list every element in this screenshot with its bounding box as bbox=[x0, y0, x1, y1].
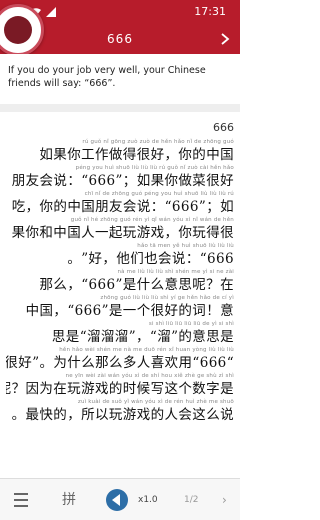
bottom-toolbar: 拼 x1.0 1/2 › bbox=[0, 478, 240, 520]
hanzi: 最快的，所以玩游戏的人会这么说。 bbox=[11, 407, 234, 423]
pinyin: péng you huì shuō liù liù liù rú guǒ nǐ … bbox=[75, 165, 234, 171]
pinyin: rú guǒ nǐ gōng zuò zuò de hěn hǎo nǐ de … bbox=[82, 139, 234, 145]
record-icon bbox=[4, 16, 32, 44]
pinyin: hǎo tā men yě huì shuō liù liù liù bbox=[137, 243, 234, 249]
text-line[interactable]: nà me liù liù liù shì shén me yì si ne z… bbox=[6, 268, 234, 294]
question-sentence: If you do your job very well, your Chine… bbox=[8, 65, 206, 89]
pinyin: si shì liū liū liū liū de yì si shì bbox=[148, 321, 234, 327]
speed-button[interactable]: x1.0 bbox=[138, 489, 168, 511]
play-icon[interactable] bbox=[106, 489, 128, 511]
text-line[interactable]: hǎo tā men yě huì shuō liù liù liù 好，他们也会… bbox=[6, 242, 234, 268]
hanzi: 呢？因为在玩游戏的时候写这个数字是 bbox=[6, 381, 234, 397]
answer-body: 666 rú guǒ nǐ gōng zuò zuò de hěn hǎo nǐ… bbox=[6, 118, 234, 476]
pinyin: hěn hǎo wèi shén me nà me duō rén xǐ hua… bbox=[59, 347, 234, 353]
status-time: 17:31 bbox=[194, 5, 226, 18]
back-arrow-icon[interactable] bbox=[218, 32, 232, 46]
pinyin: guǒ nǐ hé zhōng guó rén yì qǐ wán yóu xì… bbox=[70, 217, 234, 223]
text-line[interactable]: péng you huì shuō liù liù liù rú guǒ nǐ … bbox=[6, 164, 234, 190]
text-line[interactable]: si shì liū liū liū liū de yì si shì 思是“溜溜… bbox=[6, 320, 234, 346]
hanzi: 思是“溜溜溜”，“溜”的意思是 bbox=[51, 329, 234, 345]
text-line[interactable]: chī nǐ de zhōng guó péng you huì shuō li… bbox=[6, 190, 234, 216]
hanzi: 果你和中国人一起玩游戏，你玩得很 bbox=[11, 225, 234, 241]
hanzi: 那么，“666”是什么意思呢？在 bbox=[39, 277, 234, 293]
text-line[interactable]: zuì kuài de suǒ yǐ wán yóu xì de rén huì… bbox=[6, 398, 234, 424]
divider bbox=[0, 104, 240, 112]
hanzi: “很好”。为什么那么多人喜欢用“666” bbox=[6, 355, 234, 371]
question-text: If you do your job very well, your Chine… bbox=[0, 54, 240, 104]
text-line[interactable]: hěn hǎo wèi shén me nà me duō rén xǐ hua… bbox=[6, 346, 234, 372]
hanzi: 吃，你的中国朋友会说：“666”；如 bbox=[11, 199, 234, 215]
pinyin: chī nǐ de zhōng guó péng you huì shuō li… bbox=[84, 191, 234, 197]
pinyin: zhōng guó liù liù liù shì yí ge hěn hǎo … bbox=[100, 295, 234, 301]
page-indicator: 1/2 bbox=[184, 495, 199, 505]
text-line[interactable]: ne yīn wèi zài wán yóu xì de shí hou xiě… bbox=[6, 372, 234, 398]
text-line[interactable]: guǒ nǐ hé zhōng guó rén yì qǐ wán yóu xì… bbox=[6, 216, 234, 242]
text-line[interactable]: zhōng guó liù liù liù shì yí ge hěn hǎo … bbox=[6, 294, 234, 320]
hanzi: 中国，“666”是一个很好的词！意 bbox=[25, 303, 234, 319]
pinyin: zuì kuài de suǒ yǐ wán yóu xì de rén huì… bbox=[77, 399, 234, 405]
hanzi: 如果你工作做得很好，你的中国 bbox=[39, 147, 234, 163]
hanzi: 好，他们也会说：“666”。 bbox=[67, 251, 234, 267]
answer-lead: 666 bbox=[213, 121, 234, 134]
menu-icon[interactable] bbox=[12, 489, 30, 511]
next-page-icon[interactable]: › bbox=[222, 489, 234, 511]
pinyin-toggle-icon[interactable]: 拼 bbox=[62, 489, 80, 511]
signal-icon bbox=[46, 7, 56, 17]
hanzi: 朋友会说：“666”；如果你做菜很好 bbox=[11, 173, 234, 189]
pinyin: ne yīn wèi zài wán yóu xì de shí hou xiě… bbox=[65, 373, 234, 379]
text-line[interactable]: rú guǒ nǐ gōng zuò zuò de hěn hǎo nǐ de … bbox=[6, 138, 234, 164]
pinyin: nà me liù liù liù shì shén me yì si ne z… bbox=[117, 269, 234, 275]
